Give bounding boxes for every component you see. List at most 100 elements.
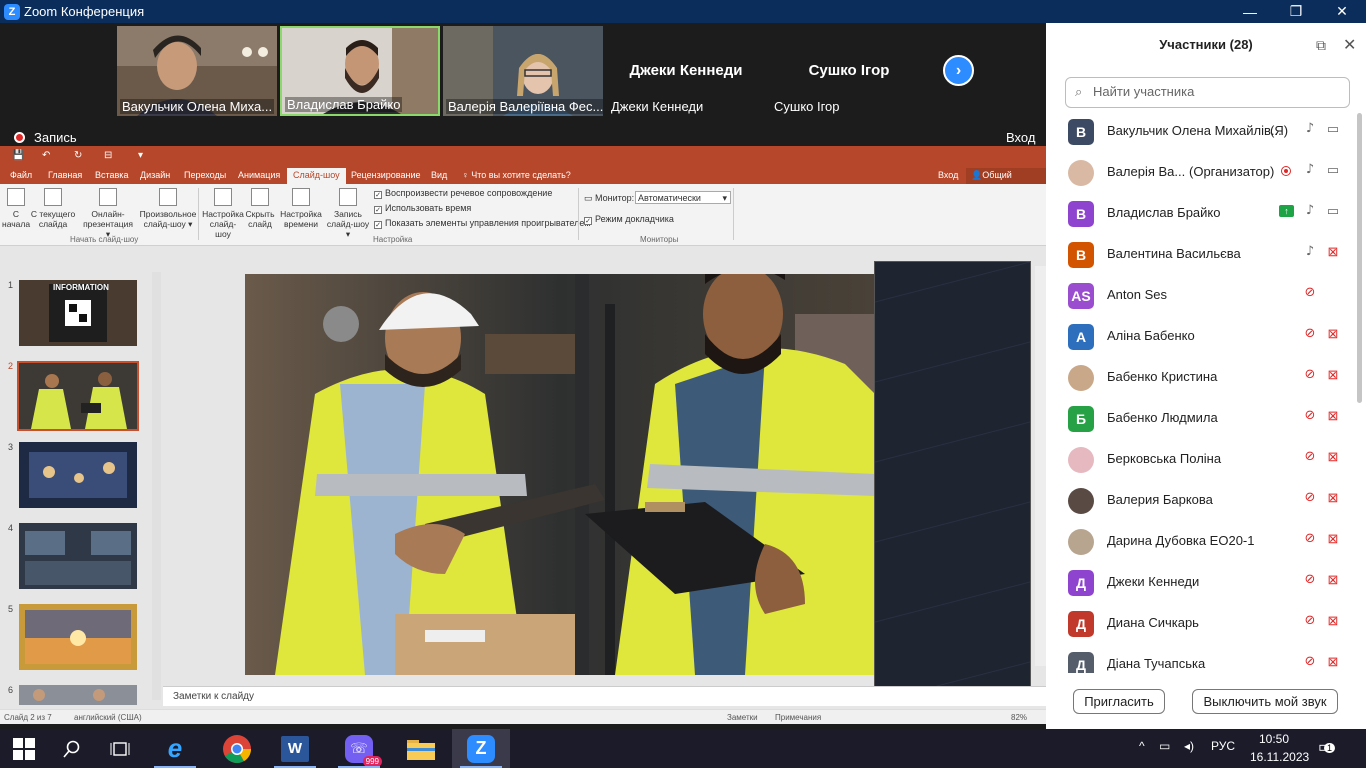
slide-thumbnail-2-selected[interactable]	[17, 361, 139, 431]
task-view-button[interactable]	[96, 729, 144, 768]
video-tile-no-video[interactable]: Сушко Ігор ⊘Сушко Ігор	[769, 26, 929, 116]
monitor-select[interactable]: Автоматически ▾	[635, 191, 731, 204]
participants-scrollbar[interactable]	[1357, 113, 1362, 403]
camera-off-icon[interactable]: ⊠	[1324, 654, 1342, 670]
notes-pane[interactable]: Заметки к слайду	[163, 686, 1046, 706]
taskbar-word[interactable]: W	[266, 729, 324, 768]
save-icon[interactable]: 💾	[12, 150, 24, 161]
slide-scrollbar[interactable]	[1035, 266, 1046, 666]
video-tile[interactable]: Валерія Валеріївна Фес...	[443, 26, 603, 116]
tab-review[interactable]: Рецензирование	[351, 170, 421, 180]
rehearse-timings-button[interactable]: Настройка времени	[278, 188, 324, 229]
comments-toggle[interactable]: Примечания	[775, 713, 821, 722]
from-start-button[interactable]: С начала	[2, 188, 30, 229]
redo-icon[interactable]: ↻	[74, 150, 82, 161]
tab-slideshow[interactable]: Слайд-шоу	[287, 168, 346, 184]
camera-off-icon[interactable]: ⊠	[1324, 490, 1342, 506]
camera-icon[interactable]: ▭	[1324, 162, 1342, 178]
slide-thumbnail-4[interactable]	[19, 523, 137, 589]
tab-transitions[interactable]: Переходы	[184, 170, 226, 180]
close-icon[interactable]: ✕	[1343, 35, 1356, 55]
mic-muted-icon[interactable]: ⊘	[1301, 490, 1319, 505]
mic-muted-icon[interactable]: ⊘	[1301, 326, 1319, 341]
participant-row[interactable]: Валерия Баркова ⊘ ⊠	[1046, 480, 1356, 521]
camera-off-icon[interactable]: ⊠	[1324, 572, 1342, 588]
notes-toggle[interactable]: Заметки	[727, 713, 758, 722]
undo-icon[interactable]: ↶	[42, 150, 50, 161]
tab-insert[interactable]: Вставка	[95, 170, 128, 180]
language-indicator[interactable]: РУС	[1211, 739, 1235, 753]
tab-animation[interactable]: Анимация	[238, 170, 280, 180]
zoom-level[interactable]: 82%	[1011, 713, 1027, 722]
slide-thumbnail-1[interactable]: INFORMATION	[19, 280, 137, 346]
participant-row[interactable]: Валерія Ва... (Организатор) ♪ ▭	[1046, 152, 1356, 193]
setup-slideshow-button[interactable]: Настройка слайд-шоу	[202, 188, 244, 239]
narration-checkbox[interactable]: ✓ Воспроизвести речевое сопровождение	[374, 188, 552, 199]
thumbs-scrollbar[interactable]	[152, 272, 161, 700]
camera-off-icon[interactable]: ⊠	[1324, 408, 1342, 424]
camera-off-icon[interactable]: ⊠	[1324, 244, 1342, 260]
ppt-signin[interactable]: Вход	[938, 170, 958, 180]
online-presentation-button[interactable]: Онлайн-презентация ▾	[80, 188, 136, 239]
language-indicator[interactable]: английский (США)	[74, 713, 142, 722]
video-tile-active-speaker[interactable]: Владислав Брайко	[280, 26, 440, 116]
presenter-view-checkbox[interactable]: ✓ Режим докладчика	[584, 214, 674, 225]
participant-row[interactable]: AS Anton Ses ⊘	[1046, 275, 1356, 316]
slide-thumbnail-6[interactable]	[19, 685, 137, 705]
participant-row[interactable]: Д Діана Тучапська ⊘ ⊠	[1046, 644, 1356, 673]
participant-row[interactable]: А Аліна Бабенко ⊘ ⊠	[1046, 316, 1356, 357]
present-icon[interactable]: ⊟	[104, 150, 112, 161]
mic-icon[interactable]: ♪	[1301, 203, 1319, 218]
timings-checkbox[interactable]: ✓ Использовать время	[374, 203, 471, 214]
restore-button[interactable]: ❐	[1273, 0, 1319, 23]
tab-file[interactable]: Файл	[10, 170, 32, 180]
participant-row[interactable]: В Владислав Брайко ↑ ♪ ▭	[1046, 193, 1356, 234]
record-slideshow-button[interactable]: Запись слайд-шоу ▾	[326, 188, 370, 239]
hide-slide-button[interactable]: Скрыть слайд	[245, 188, 275, 229]
slide-thumbnail-5[interactable]	[19, 604, 137, 670]
mic-muted-icon[interactable]: ⊘	[1301, 531, 1319, 546]
participant-row[interactable]: Б Бабенко Людмила ⊘ ⊠	[1046, 398, 1356, 439]
signin-link[interactable]: Вход	[1006, 130, 1035, 145]
camera-off-icon[interactable]: ⊠	[1324, 326, 1342, 342]
mic-muted-icon[interactable]: ⊘	[1301, 449, 1319, 464]
camera-off-icon[interactable]: ⊠	[1324, 531, 1342, 547]
slide-canvas[interactable]	[245, 274, 875, 675]
taskbar-zoom[interactable]: Z	[452, 729, 510, 768]
minimize-button[interactable]: —	[1227, 0, 1273, 23]
participant-row[interactable]: В Вакульчик Олена Михайлів... (Я) ♪ ▭	[1046, 111, 1356, 152]
participant-row[interactable]: Д Диана Сичкарь ⊘ ⊠	[1046, 603, 1356, 644]
next-page-button[interactable]: ›	[943, 55, 974, 86]
mute-me-button[interactable]: Выключить мой звук	[1192, 689, 1338, 714]
camera-icon[interactable]: ▭	[1324, 121, 1342, 137]
invite-button[interactable]: Пригласить	[1073, 689, 1165, 714]
tab-home[interactable]: Главная	[48, 170, 82, 180]
slide-thumbnail-3[interactable]	[19, 442, 137, 508]
mic-muted-icon[interactable]: ⊘	[1301, 285, 1319, 300]
mic-icon[interactable]: ♪	[1301, 121, 1319, 136]
taskbar-explorer[interactable]	[392, 729, 450, 768]
participant-row[interactable]: Дарина Дубовка ЕО20-1 ⊘ ⊠	[1046, 521, 1356, 562]
participant-row[interactable]: Бабенко Кристина ⊘ ⊠	[1046, 357, 1356, 398]
camera-icon[interactable]: ▭	[1324, 203, 1342, 219]
camera-off-icon[interactable]: ⊠	[1324, 367, 1342, 383]
participant-row[interactable]: Д Джеки Кеннеди ⊘ ⊠	[1046, 562, 1356, 603]
taskbar-ie[interactable]: e	[146, 729, 204, 768]
custom-slideshow-button[interactable]: Произвольное слайд-шоу ▾	[138, 188, 198, 229]
close-button[interactable]: ✕	[1319, 0, 1365, 23]
popout-icon[interactable]: ⧉	[1316, 37, 1326, 54]
participant-row[interactable]: В Валентина Васильєва ♪ ⊠	[1046, 234, 1356, 275]
mic-muted-icon[interactable]: ⊘	[1301, 572, 1319, 587]
participant-row[interactable]: Берковська Поліна ⊘ ⊠	[1046, 439, 1356, 480]
mic-icon[interactable]: ♪	[1301, 244, 1319, 259]
search-button[interactable]	[48, 729, 96, 768]
search-input[interactable]: ⌕ Найти участника	[1065, 77, 1350, 108]
mic-icon[interactable]: ♪	[1301, 162, 1319, 177]
from-current-button[interactable]: С текущего слайда	[30, 188, 76, 229]
volume-icon[interactable]: ◂)	[1184, 739, 1194, 753]
controls-checkbox[interactable]: ✓ Показать элементы управления проигрыват…	[374, 218, 591, 229]
video-tile[interactable]: Вакульчик Олена Миха...	[117, 26, 277, 116]
taskbar-chrome[interactable]	[208, 729, 266, 768]
qat-more-icon[interactable]: ▾	[138, 150, 143, 161]
taskbar-viber[interactable]: ☏ 999	[330, 729, 388, 768]
